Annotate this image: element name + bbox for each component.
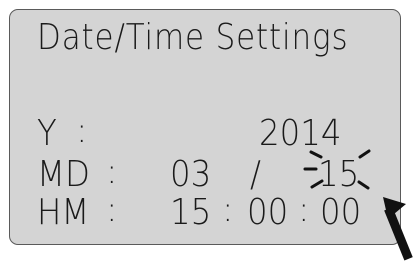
year-value[interactable]: 2014 (259, 116, 341, 152)
month-value[interactable]: 03 (170, 157, 211, 193)
device-screen-stage: Date/Time Settings Y : 2014 MD : 03 / 15… (0, 0, 414, 261)
year-label: Y (37, 113, 57, 154)
hour-minute-colon: : (106, 190, 118, 230)
screen-title: Date/Time Settings (37, 17, 349, 58)
minute-value[interactable]: 00 (247, 195, 288, 231)
month-day-label: MD (37, 154, 90, 195)
hour-minute-label: HM (37, 192, 90, 233)
year-colon: : (76, 111, 88, 151)
time-colon-2: : (298, 190, 310, 230)
day-value[interactable]: 15 (318, 157, 359, 193)
second-value[interactable]: 00 (320, 195, 361, 231)
month-day-colon: : (106, 152, 118, 192)
hour-value[interactable]: 15 (170, 195, 211, 231)
date-slash: / (250, 154, 261, 195)
time-colon-1: : (222, 190, 234, 230)
